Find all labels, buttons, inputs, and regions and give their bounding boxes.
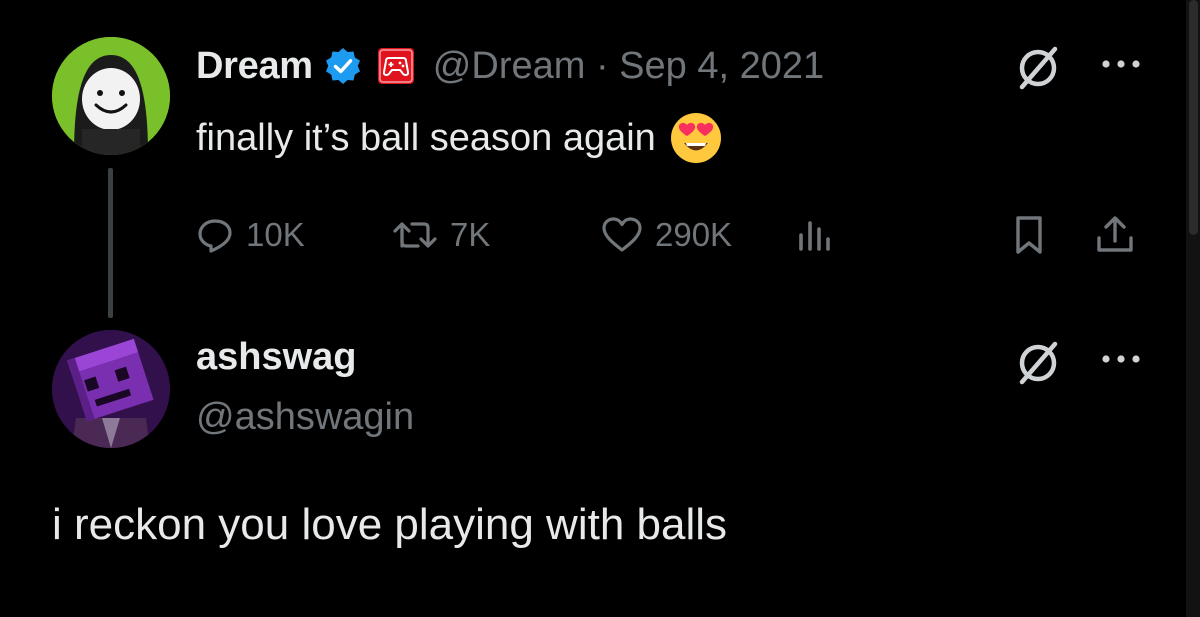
verified-badge-icon[interactable] [323,46,363,86]
scrollbar-track[interactable] [1186,0,1200,617]
bookmark-button[interactable] [1010,210,1060,260]
grok-icon[interactable] [1013,338,1063,388]
reply-display-name[interactable]: ashswag [196,336,357,379]
scrollbar-thumb[interactable] [1189,0,1198,235]
retweet-icon [393,222,437,248]
share-button[interactable] [1094,210,1148,260]
reply-icon [198,219,232,253]
reply-handle[interactable]: @ashswagin [196,396,414,439]
views-button[interactable] [796,210,850,260]
grok-icon[interactable] [1013,43,1063,93]
parent-action-bar: 10K 7K 290K [196,210,1156,260]
gamepad-affiliate-icon[interactable] [377,47,415,85]
heart-icon [602,217,642,252]
more-options-icon[interactable] [1098,349,1144,369]
parent-tweet-text-row: finally it’s ball season again [196,110,724,166]
avatar-dream[interactable] [52,37,170,155]
retweet-button[interactable]: 7K [392,210,490,260]
parent-tweet-text: finally it’s ball season again [196,116,656,159]
reply-count: 10K [246,216,305,253]
reply-button[interactable]: 10K [196,210,305,260]
parent-tweet-header: Dream @Dream · Sep 4, 2021 [196,40,824,92]
like-button[interactable]: 290K [601,210,732,260]
parent-handle-timestamp[interactable]: @Dream · Sep 4, 2021 [433,45,824,88]
reply-tweet-text: i reckon you love playing with balls [52,500,728,549]
bookmark-icon [1016,216,1042,254]
like-count: 290K [655,216,733,253]
avatar-ashswag[interactable] [52,330,170,448]
more-options-icon[interactable] [1098,54,1144,74]
thread-connector-line [108,168,113,318]
views-chart-icon [799,221,830,251]
parent-display-name[interactable]: Dream [196,45,313,88]
heart-eyes-emoji [670,113,721,163]
share-icon [1097,216,1133,252]
retweet-count: 7K [450,216,491,253]
